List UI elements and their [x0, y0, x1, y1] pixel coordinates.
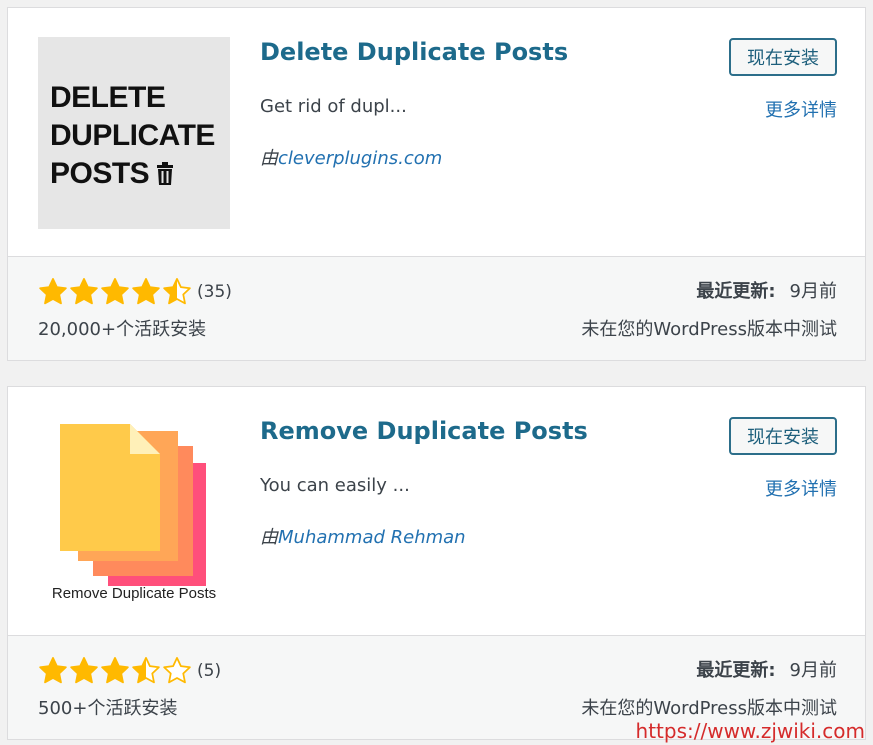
star-full-icon	[70, 278, 98, 305]
active-installs: 500+个活跃安装	[38, 698, 178, 719]
plugin-description: Get rid of dupl...	[260, 96, 407, 117]
last-updated-label: 最近更新:	[696, 660, 776, 681]
trash-icon	[157, 162, 174, 185]
author-link[interactable]: cleverplugins.com	[278, 148, 442, 169]
plugin-author: 由Muhammad Rehman	[260, 523, 466, 549]
plugin-card-top: Remove Duplicate Posts Remove Duplicate …	[8, 387, 865, 635]
star-rating: (5)	[38, 656, 221, 686]
plugin-thumbnail[interactable]: DELETE DUPLICATE POSTS	[38, 37, 230, 229]
star-empty-icon	[163, 657, 191, 684]
rating-count: (35)	[197, 282, 232, 302]
author-prefix: 由	[260, 148, 278, 169]
last-updated-value: 9月前	[789, 281, 837, 302]
plugin-title[interactable]: Remove Duplicate Posts	[260, 417, 588, 445]
star-full-icon	[101, 657, 129, 684]
plugin-card: Remove Duplicate Posts Remove Duplicate …	[7, 386, 866, 740]
author-link[interactable]: Muhammad Rehman	[278, 527, 466, 548]
rating-count: (5)	[197, 661, 222, 681]
compatibility-note: 未在您的WordPress版本中测试	[581, 698, 837, 719]
install-now-button[interactable]: 现在安装	[729, 38, 837, 76]
plugin-description: You can easily ...	[260, 475, 410, 496]
more-details-link[interactable]: 更多详情	[765, 475, 837, 501]
star-full-icon	[132, 278, 160, 305]
star-rating: (35)	[38, 277, 232, 307]
stacked-documents-icon	[60, 424, 210, 606]
more-details-link[interactable]: 更多详情	[765, 96, 837, 122]
star-full-icon	[101, 278, 129, 305]
plugin-title[interactable]: Delete Duplicate Posts	[260, 38, 568, 66]
plugin-card-bottom: (35) 20,000+个活跃安装 最近更新: 9月前 未在您的WordPress…	[8, 256, 865, 360]
last-updated-value: 9月前	[789, 660, 837, 681]
thumbnail-caption: Remove Duplicate Posts	[51, 585, 217, 602]
star-full-icon	[39, 278, 67, 305]
last-updated: 最近更新: 9月前	[696, 656, 837, 682]
star-half-icon	[163, 278, 191, 305]
star-full-icon	[70, 657, 98, 684]
last-updated: 最近更新: 9月前	[696, 277, 837, 303]
plugin-author: 由cleverplugins.com	[260, 144, 442, 170]
last-updated-label: 最近更新:	[696, 281, 776, 302]
star-half-icon	[132, 657, 160, 684]
plugin-card-top: DELETE DUPLICATE POSTS Delete Duplicate …	[8, 8, 865, 256]
thumbnail-text: DELETE DUPLICATE POSTS	[50, 81, 215, 190]
active-installs: 20,000+个活跃安装	[38, 319, 207, 340]
watermark: https://www.zjwiki.com	[635, 719, 865, 743]
author-prefix: 由	[260, 527, 278, 548]
star-full-icon	[39, 657, 67, 684]
compatibility-note: 未在您的WordPress版本中测试	[581, 319, 837, 340]
install-now-button[interactable]: 现在安装	[729, 417, 837, 455]
plugin-thumbnail[interactable]: Remove Duplicate Posts	[38, 416, 230, 608]
plugin-card: DELETE DUPLICATE POSTS Delete Duplicate …	[7, 7, 866, 361]
